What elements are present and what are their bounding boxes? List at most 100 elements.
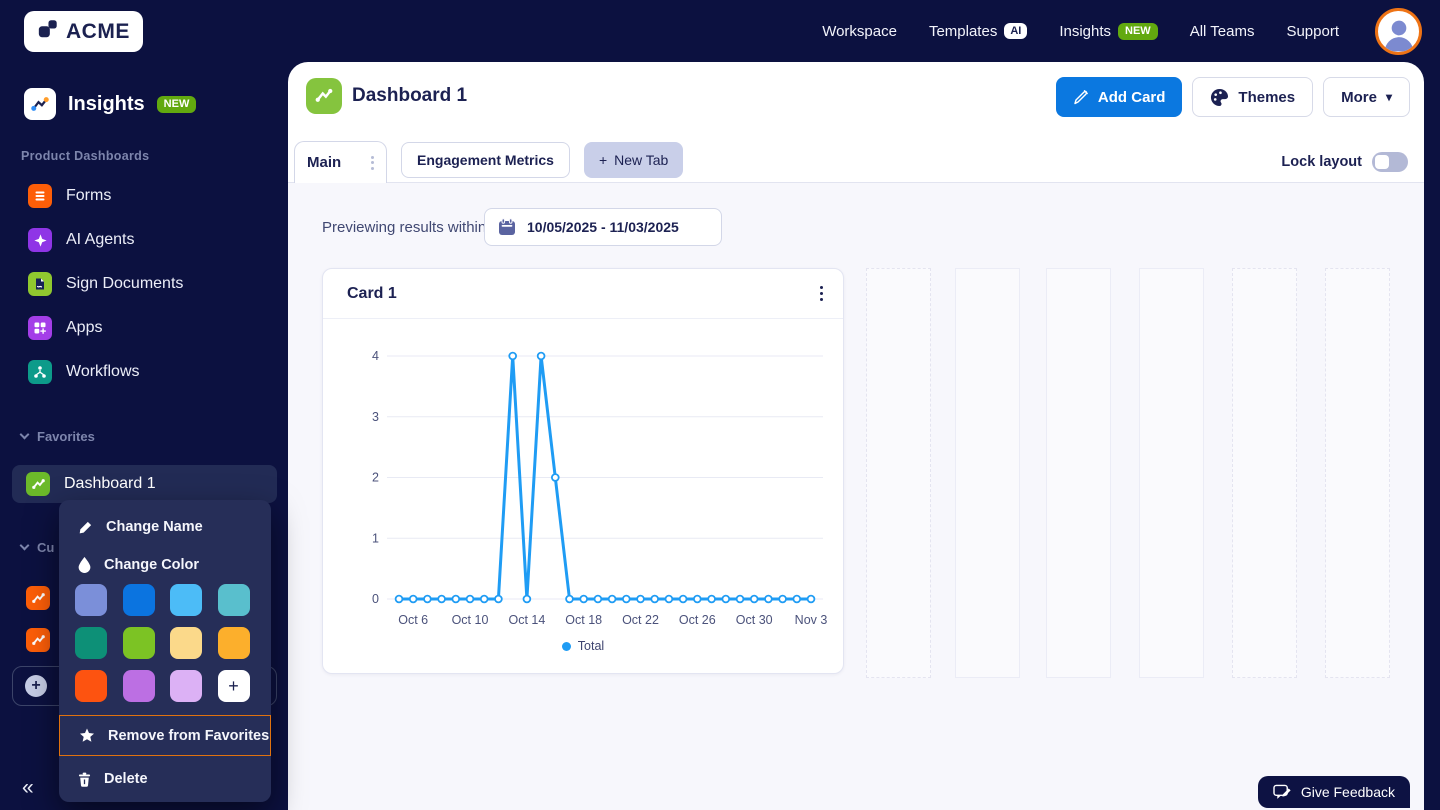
pencil-icon bbox=[78, 520, 93, 535]
header-buttons: Add Card Themes More ▾ bbox=[1056, 77, 1410, 117]
nav-all-teams[interactable]: All Teams bbox=[1190, 23, 1255, 40]
sidebar-item-label: Forms bbox=[66, 187, 111, 205]
top-navigation: Workspace TemplatesAI InsightsNEW All Te… bbox=[822, 0, 1422, 62]
dashboard-context-menu: Change Name Change Color + Remove from F… bbox=[59, 500, 271, 802]
ai-badge: AI bbox=[1004, 23, 1027, 39]
logo-text: ACME bbox=[66, 20, 130, 44]
grid-placeholder bbox=[1325, 268, 1390, 678]
sign-documents-icon bbox=[28, 272, 52, 296]
workflows-icon bbox=[28, 360, 52, 384]
give-feedback-button[interactable]: Give Feedback bbox=[1258, 776, 1410, 808]
apps-icon bbox=[28, 316, 52, 340]
dashboard-icon bbox=[26, 472, 50, 496]
tab-options-kebab-icon[interactable] bbox=[371, 156, 374, 170]
sidebar-item-apps[interactable]: Apps bbox=[0, 306, 288, 350]
dashboard-icon bbox=[26, 628, 50, 652]
tab-bar: Main Engagement Metrics + New Tab Lock l… bbox=[288, 141, 1424, 183]
dashboard-icon bbox=[26, 586, 50, 610]
sidebar-new-badge: NEW bbox=[157, 96, 197, 113]
grid-placeholder bbox=[1139, 268, 1204, 678]
sidebar-item-label: Workflows bbox=[66, 363, 140, 381]
svg-text:2: 2 bbox=[372, 471, 379, 485]
color-swatch[interactable] bbox=[75, 584, 107, 616]
color-swatch[interactable] bbox=[218, 627, 250, 659]
nav-workspace[interactable]: Workspace bbox=[822, 23, 897, 40]
sidebar-item-label: AI Agents bbox=[66, 231, 135, 249]
nav-support[interactable]: Support bbox=[1286, 23, 1339, 40]
sidebar-items: Forms AI Agents Sign Documents Apps Work… bbox=[0, 174, 288, 394]
page-title: Dashboard 1 bbox=[352, 85, 467, 107]
sidebar-item-sign-documents[interactable]: Sign Documents bbox=[0, 262, 288, 306]
sidebar-product-row[interactable]: Insights NEW bbox=[24, 88, 196, 120]
person-icon bbox=[1379, 14, 1419, 52]
sidebar-item-label: Apps bbox=[66, 319, 102, 337]
svg-text:Oct 6: Oct 6 bbox=[398, 613, 428, 627]
card-1: Card 1 01234Oct 6Oct 10Oct 14Oct 18Oct 2… bbox=[322, 268, 844, 674]
truncated-section-label: Cu bbox=[37, 540, 54, 555]
svg-text:Oct 14: Oct 14 bbox=[508, 613, 545, 627]
legend-label: Total bbox=[578, 639, 604, 653]
nav-templates[interactable]: TemplatesAI bbox=[929, 23, 1027, 40]
menu-item-delete[interactable]: Delete bbox=[59, 762, 271, 796]
sidebar-item-workflows[interactable]: Workflows bbox=[0, 350, 288, 394]
svg-text:Oct 22: Oct 22 bbox=[622, 613, 659, 627]
sidebar-item-forms[interactable]: Forms bbox=[0, 174, 288, 218]
main-panel: Dashboard 1 Add Card Themes More ▾ Main … bbox=[288, 62, 1424, 810]
favorite-dashboard-label: Dashboard 1 bbox=[64, 475, 156, 493]
droplet-icon bbox=[78, 557, 91, 573]
add-card-button[interactable]: Add Card bbox=[1056, 77, 1183, 117]
color-swatch[interactable] bbox=[170, 584, 202, 616]
chevron-down-icon bbox=[20, 430, 30, 440]
plus-circle-icon: + bbox=[25, 675, 47, 697]
preview-range-label: Previewing results within bbox=[322, 219, 486, 236]
themes-button[interactable]: Themes bbox=[1192, 77, 1313, 117]
user-avatar[interactable] bbox=[1375, 8, 1422, 55]
pen-icon bbox=[1073, 89, 1089, 105]
svg-text:Oct 26: Oct 26 bbox=[679, 613, 716, 627]
grid-placeholder bbox=[955, 268, 1020, 678]
ai-agents-icon bbox=[28, 228, 52, 252]
date-range-value: 10/05/2025 - 11/03/2025 bbox=[527, 219, 679, 235]
color-swatch[interactable] bbox=[75, 627, 107, 659]
feedback-icon bbox=[1273, 784, 1292, 801]
svg-text:4: 4 bbox=[372, 349, 379, 363]
menu-item-change-name[interactable]: Change Name bbox=[59, 510, 271, 544]
color-swatch[interactable] bbox=[123, 670, 155, 702]
sidebar-collapse-button[interactable]: « bbox=[22, 776, 34, 800]
menu-item-change-color[interactable]: Change Color bbox=[59, 548, 271, 582]
acme-logo[interactable]: ACME bbox=[24, 11, 143, 52]
insights-app-icon bbox=[24, 88, 56, 120]
svg-text:1: 1 bbox=[372, 531, 379, 545]
chart-legend: Total bbox=[323, 639, 843, 653]
sidebar-section-label: Product Dashboards bbox=[21, 149, 149, 163]
toggle-knob bbox=[1375, 155, 1389, 169]
date-range-picker[interactable]: 10/05/2025 - 11/03/2025 bbox=[484, 208, 722, 246]
card-header: Card 1 bbox=[323, 269, 843, 319]
acme-logo-icon bbox=[37, 18, 59, 45]
grid-placeholder bbox=[1046, 268, 1111, 678]
calendar-icon bbox=[498, 218, 516, 236]
favorites-section-header[interactable]: Favorites bbox=[21, 426, 95, 446]
color-swatch[interactable] bbox=[170, 627, 202, 659]
color-swatch[interactable] bbox=[123, 584, 155, 616]
color-swatch[interactable] bbox=[75, 670, 107, 702]
more-button[interactable]: More ▾ bbox=[1323, 77, 1410, 117]
add-custom-color-button[interactable]: + bbox=[218, 670, 250, 702]
color-swatch[interactable] bbox=[218, 584, 250, 616]
tab-main[interactable]: Main bbox=[294, 141, 387, 183]
color-swatch[interactable] bbox=[123, 627, 155, 659]
sidebar-item-ai-agents[interactable]: AI Agents bbox=[0, 218, 288, 262]
tab-engagement-metrics[interactable]: Engagement Metrics bbox=[401, 142, 570, 178]
card-options-kebab-icon[interactable] bbox=[820, 286, 824, 302]
color-swatch[interactable] bbox=[170, 670, 202, 702]
truncated-section-header[interactable]: Cu bbox=[21, 537, 54, 557]
svg-text:Oct 10: Oct 10 bbox=[452, 613, 489, 627]
lock-layout-toggle[interactable] bbox=[1372, 152, 1408, 172]
legend-dot bbox=[562, 642, 571, 651]
new-tab-button[interactable]: + New Tab bbox=[584, 142, 683, 178]
menu-item-remove-from-favorites[interactable]: Remove from Favorites bbox=[59, 715, 271, 756]
sidebar-item-dashboard-1[interactable]: Dashboard 1 bbox=[12, 465, 277, 503]
star-icon bbox=[79, 728, 95, 743]
nav-insights[interactable]: InsightsNEW bbox=[1059, 23, 1157, 40]
svg-text:0: 0 bbox=[372, 592, 379, 606]
